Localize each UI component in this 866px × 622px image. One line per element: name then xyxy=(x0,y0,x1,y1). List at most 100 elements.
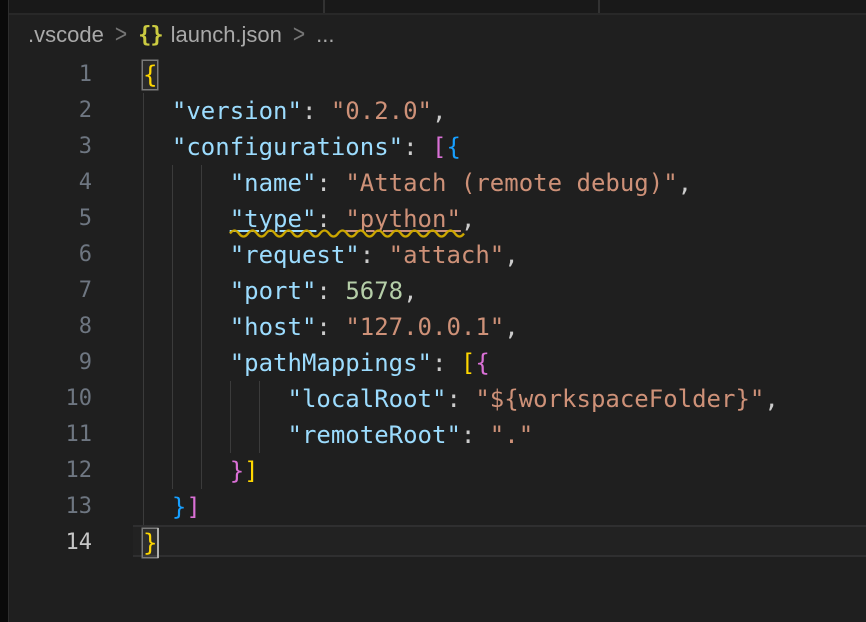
token: "host" xyxy=(230,313,317,341)
code-text: "pathMappings": [{ xyxy=(143,345,490,381)
line-number[interactable]: 10 xyxy=(9,381,92,417)
token: : xyxy=(360,241,389,269)
token: "pathMappings" xyxy=(230,349,432,377)
code-text: } xyxy=(143,525,157,561)
token: , xyxy=(504,241,518,269)
token: "127.0.0.1" xyxy=(345,313,504,341)
token: "remoteRoot" xyxy=(288,421,461,449)
matched-bracket: { xyxy=(143,61,157,89)
token: , xyxy=(504,313,518,341)
token: ] xyxy=(186,493,200,521)
token xyxy=(143,277,230,305)
token: 5678 xyxy=(345,277,403,305)
token: , xyxy=(403,277,417,305)
code-line-13[interactable]: 13 }] xyxy=(0,489,866,525)
code-line-3[interactable]: 3 "configurations": [{ xyxy=(0,129,866,165)
token: "version" xyxy=(172,97,302,125)
code-line-9[interactable]: 9 "pathMappings": [{ xyxy=(0,345,866,381)
code-text: "localRoot": "${workspaceFolder}", xyxy=(143,381,779,417)
code-line-4[interactable]: 4 "name": "Attach (remote debug)", xyxy=(0,165,866,201)
token xyxy=(143,241,230,269)
line-number[interactable]: 12 xyxy=(9,453,92,489)
token: "." xyxy=(490,421,533,449)
token: "port" xyxy=(230,277,317,305)
code-line-10[interactable]: 10 "localRoot": "${workspaceFolder}", xyxy=(0,381,866,417)
token: [ xyxy=(461,349,475,377)
text-cursor xyxy=(157,528,159,558)
tab-divider xyxy=(323,0,325,13)
token: , xyxy=(764,385,778,413)
token: , xyxy=(461,205,475,233)
token: } xyxy=(172,493,186,521)
code-line-5[interactable]: 5 "type": "python", xyxy=(0,201,866,237)
token xyxy=(143,205,230,233)
token: : xyxy=(302,97,331,125)
token xyxy=(143,385,288,413)
line-number[interactable]: 9 xyxy=(9,345,92,381)
code-text: "name": "Attach (remote debug)", xyxy=(143,165,692,201)
token: { xyxy=(446,133,460,161)
code-text: }] xyxy=(143,489,201,525)
breadcrumb-file[interactable]: launch.json xyxy=(171,22,282,48)
chevron-right-icon: > xyxy=(293,20,305,50)
token: { xyxy=(475,349,489,377)
code-line-7[interactable]: 7 "port": 5678, xyxy=(0,273,866,309)
code-text: }] xyxy=(143,453,259,489)
breadcrumb-symbol-more[interactable]: ... xyxy=(316,22,334,48)
warning-squiggle xyxy=(230,228,461,236)
token: : xyxy=(403,133,432,161)
token xyxy=(143,493,172,521)
breadcrumb: .vscode > {} launch.json > ... xyxy=(9,15,866,55)
line-number[interactable]: 11 xyxy=(9,417,92,453)
token xyxy=(143,169,230,197)
line-number[interactable]: 2 xyxy=(9,93,92,129)
token: } xyxy=(230,457,244,485)
token: : xyxy=(432,349,461,377)
token: : xyxy=(316,277,345,305)
code-line-11[interactable]: 11 "remoteRoot": "." xyxy=(0,417,866,453)
code-line-8[interactable]: 8 "host": "127.0.0.1", xyxy=(0,309,866,345)
token: "0.2.0" xyxy=(331,97,432,125)
token: : xyxy=(446,385,475,413)
token xyxy=(143,349,230,377)
code-text: "request": "attach", xyxy=(143,237,519,273)
code-line-12[interactable]: 12 }] xyxy=(0,453,866,489)
token: ] xyxy=(244,457,258,485)
code-line-14[interactable]: 14} xyxy=(0,525,866,561)
token: "${workspaceFolder}" xyxy=(475,385,764,413)
json-braces-icon: {} xyxy=(138,23,163,48)
token: , xyxy=(432,97,446,125)
token xyxy=(143,133,172,161)
line-number[interactable]: 8 xyxy=(9,309,92,345)
code-editor[interactable]: 1{2 "version": "0.2.0",3 "configurations… xyxy=(0,57,866,561)
token: : xyxy=(461,421,490,449)
line-number[interactable]: 3 xyxy=(9,129,92,165)
token: "localRoot" xyxy=(288,385,447,413)
vscode-window: .vscode > {} launch.json > ... 1{2 "vers… xyxy=(0,0,866,622)
line-number[interactable]: 5 xyxy=(9,201,92,237)
code-text: "configurations": [{ xyxy=(143,129,461,165)
matched-bracket: } xyxy=(143,529,157,557)
line-number[interactable]: 6 xyxy=(9,237,92,273)
line-number[interactable]: 14 xyxy=(9,525,92,561)
code-line-1[interactable]: 1{ xyxy=(0,57,866,93)
line-number[interactable]: 13 xyxy=(9,489,92,525)
code-text: "version": "0.2.0", xyxy=(143,93,446,129)
tab-divider xyxy=(598,0,600,13)
line-number[interactable]: 4 xyxy=(9,165,92,201)
breadcrumb-folder[interactable]: .vscode xyxy=(28,22,104,48)
token: : xyxy=(316,313,345,341)
token: "configurations" xyxy=(172,133,403,161)
token xyxy=(143,97,172,125)
chevron-right-icon: > xyxy=(115,20,127,50)
code-line-2[interactable]: 2 "version": "0.2.0", xyxy=(0,93,866,129)
line-number[interactable]: 7 xyxy=(9,273,92,309)
code-text: "port": 5678, xyxy=(143,273,418,309)
token: "attach" xyxy=(389,241,505,269)
token: "name" xyxy=(230,169,317,197)
line-number[interactable]: 1 xyxy=(9,57,92,93)
tab-bar[interactable] xyxy=(0,0,866,15)
code-text: "host": "127.0.0.1", xyxy=(143,309,519,345)
token xyxy=(143,421,288,449)
code-line-6[interactable]: 6 "request": "attach", xyxy=(0,237,866,273)
